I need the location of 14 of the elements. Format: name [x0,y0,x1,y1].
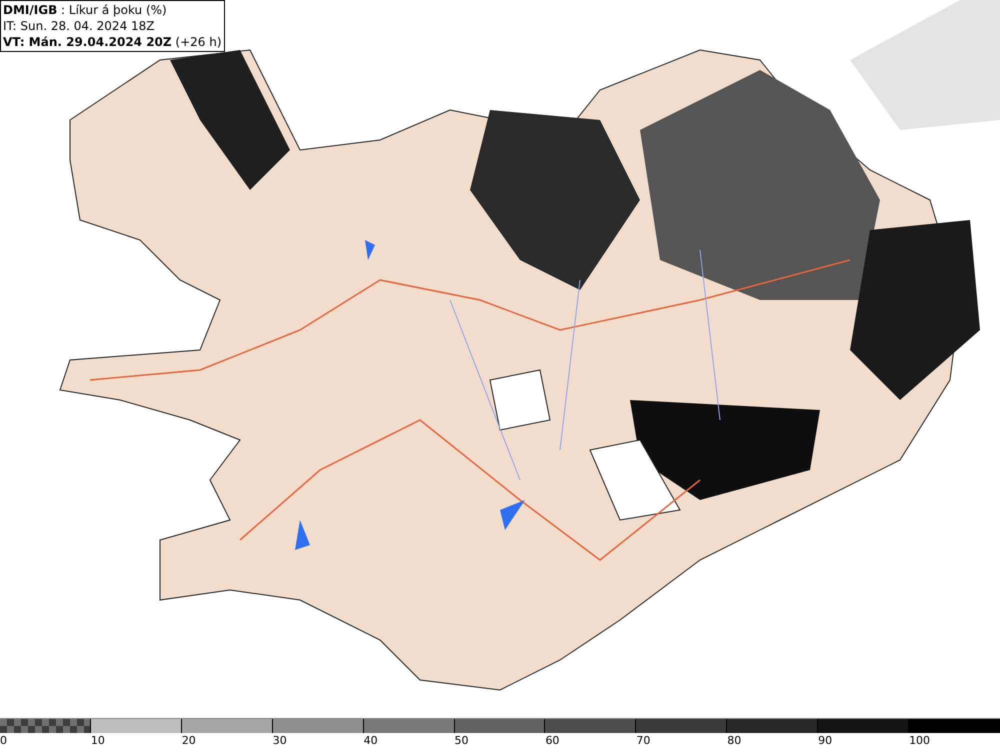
scale-label: 70 [636,733,650,748]
scale-label: 0 [0,733,7,748]
scale-label: 90 [818,733,832,748]
scale-label: 50 [454,733,469,748]
scale-label: 80 [727,733,742,748]
scale-label: 10 [90,733,105,748]
scale-label: 100 [909,733,930,748]
scale-label: 20 [182,733,196,748]
scale-label: 40 [364,733,378,748]
legend-text: DMI/IGB : Líkur á þoku (%) [3,2,168,18]
legend-text: IT: Sun. 28. 04. 2024 18Z [3,18,156,34]
scale-label: 60 [545,733,560,748]
scale-label: 30 [272,733,287,748]
legend-text: VT: Mán. 29.04.2024 20Z (+26 h) [3,34,222,50]
